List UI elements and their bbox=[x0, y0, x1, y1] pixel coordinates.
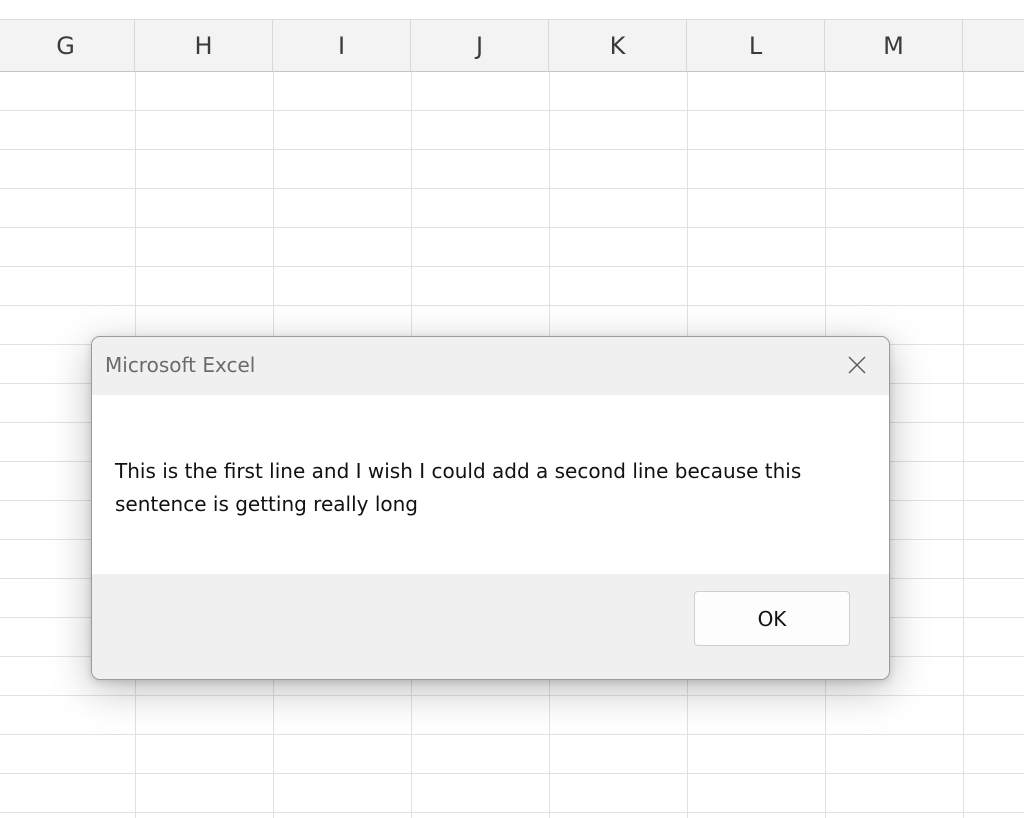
column-header-h[interactable]: H bbox=[135, 20, 273, 71]
column-header-i[interactable]: I bbox=[273, 20, 411, 71]
column-header-row: G H I J K L M bbox=[0, 20, 1024, 72]
dialog-message: This is the first line and I wish I coul… bbox=[115, 459, 802, 516]
column-header-l[interactable]: L bbox=[687, 20, 825, 71]
column-header-m[interactable]: M bbox=[825, 20, 963, 71]
column-header-g[interactable]: G bbox=[0, 20, 135, 71]
column-header-j[interactable]: J bbox=[411, 20, 549, 71]
message-dialog: Microsoft Excel This is the first line a… bbox=[91, 336, 890, 680]
dialog-title: Microsoft Excel bbox=[105, 353, 256, 377]
ribbon-edge bbox=[0, 0, 1024, 20]
column-header-next[interactable] bbox=[963, 20, 1024, 71]
close-icon bbox=[848, 356, 866, 374]
dialog-titlebar[interactable]: Microsoft Excel bbox=[92, 337, 889, 395]
dialog-footer: OK bbox=[92, 574, 889, 679]
column-header-k[interactable]: K bbox=[549, 20, 687, 71]
ok-button[interactable]: OK bbox=[694, 591, 850, 646]
close-button[interactable] bbox=[837, 347, 877, 383]
dialog-content: This is the first line and I wish I coul… bbox=[92, 395, 889, 574]
